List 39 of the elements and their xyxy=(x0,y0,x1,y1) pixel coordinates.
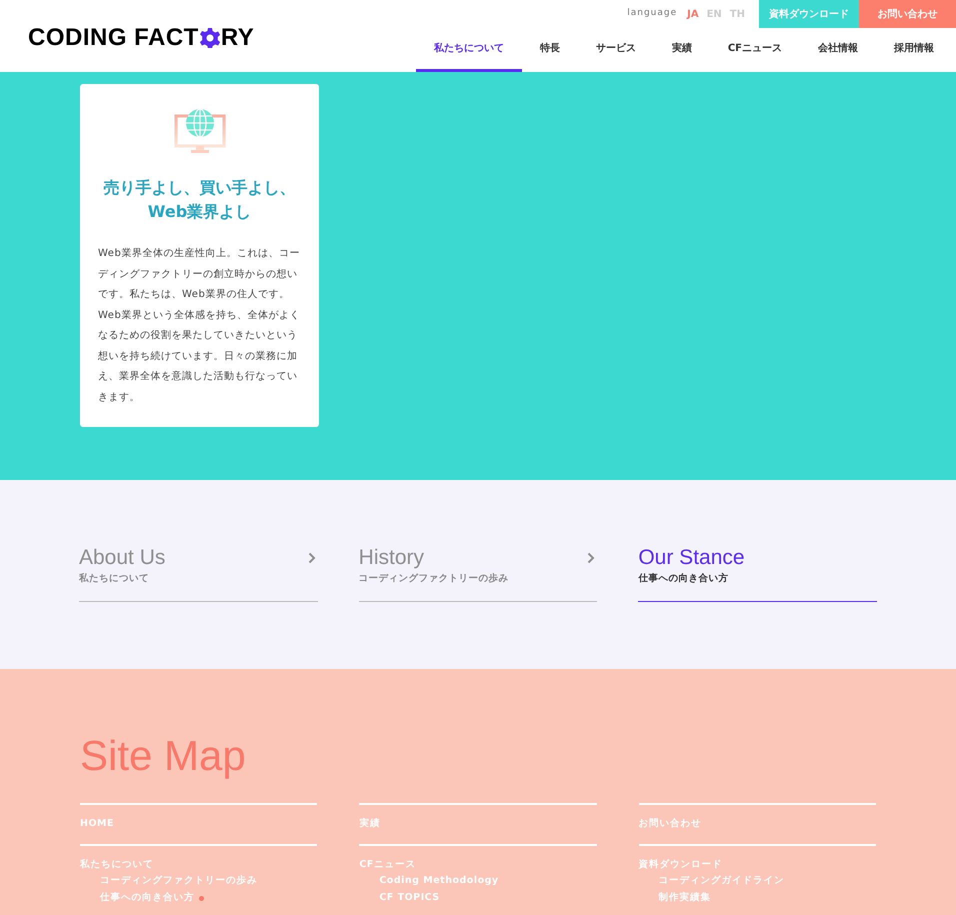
sitemap-title: Site Map xyxy=(80,731,247,781)
sitemap-sublink[interactable]: 仕事への向き合い方 xyxy=(100,891,194,906)
language-label: language xyxy=(627,7,678,20)
globe-monitor-icon xyxy=(174,108,226,154)
chevron-right-icon xyxy=(308,552,316,564)
gear-icon xyxy=(200,28,220,48)
sitemap-link[interactable]: 私たちについて xyxy=(80,856,318,873)
tab-subtitle: 私たちについて xyxy=(79,572,150,586)
tab-subtitle: 仕事への向き合い方 xyxy=(638,572,730,586)
nav-link[interactable]: 実績 xyxy=(654,28,710,72)
chevron-right-icon xyxy=(587,552,596,564)
nav-link[interactable]: 特長 xyxy=(522,28,578,72)
sitemap-link[interactable]: お問い合わせ xyxy=(638,805,876,844)
card-text: Web業界全体の生産性向上。これは、コーディングファクトリーの創立時からの想いです。私たちは、Web業界の住人です。Web業界という全体感を持ち、全体がよくなるための役割を果たしていきたいという想いを持ち続けています。日々の業務に加え、業界全体を意識した活動も行なっていきます。 xyxy=(98,246,301,404)
nav-link[interactable]: 会社情報 xyxy=(800,28,876,72)
language-option[interactable]: JA xyxy=(687,6,699,22)
sitemap-sublink[interactable]: 制作実績集 xyxy=(658,891,712,906)
sitemap-link[interactable]: 実績 xyxy=(359,805,597,844)
tab-title: Our Stance xyxy=(638,546,745,570)
nav-link[interactable]: CFニュース xyxy=(710,28,800,72)
card-title: 売り手よし、買い手よし、 Web業界よし xyxy=(104,177,296,223)
tab[interactable]: About Us 私たちについて xyxy=(79,546,318,602)
tab[interactable]: Our Stance 仕事への向き合い方 xyxy=(638,546,878,602)
download-button[interactable]: 資料ダウンロード xyxy=(759,0,859,28)
sitemap-link[interactable]: HOME xyxy=(80,805,318,844)
sitemap-sublink[interactable]: コーディングファクトリーの歩み xyxy=(100,874,258,889)
contact-button[interactable]: お問い合わせ xyxy=(859,0,956,28)
sitemap-sublink[interactable]: Coding Methodology xyxy=(379,874,499,889)
tab[interactable]: History コーディングファクトリーの歩み xyxy=(358,546,598,602)
nav-link[interactable]: サービス xyxy=(578,28,654,72)
tab-title: History xyxy=(358,546,426,570)
sitemap-sublink[interactable]: CF TOPICS xyxy=(379,891,440,906)
sitemap-link[interactable]: 資料ダウンロード xyxy=(638,856,876,873)
logo[interactable]: CODING FACT RY xyxy=(28,20,254,56)
tab-title: About Us xyxy=(79,546,166,570)
sitemap-sublink[interactable]: コーディングガイドライン xyxy=(658,874,785,889)
nav-link[interactable]: 採用情報 xyxy=(876,28,952,72)
tab-subtitle: コーディングファクトリーの歩み xyxy=(358,572,509,586)
sitemap-link[interactable]: CFニュース xyxy=(359,856,597,873)
